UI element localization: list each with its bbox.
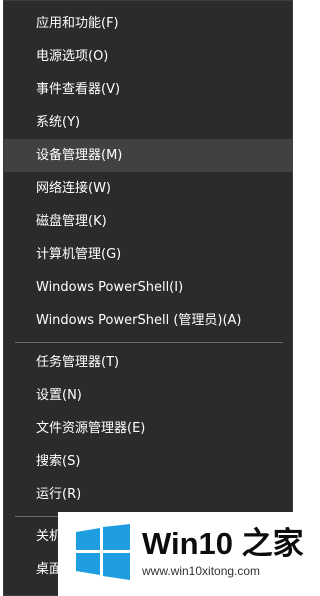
menu-item-event-viewer[interactable]: 事件查看器(V) — [4, 73, 293, 106]
menu-item-device-manager[interactable]: 设备管理器(M) — [4, 139, 293, 172]
menu-item-powershell[interactable]: Windows PowerShell(I) — [4, 271, 293, 304]
menu-item-system[interactable]: 系统(Y) — [4, 106, 293, 139]
watermark-url: www.win10xitong.com — [142, 564, 261, 578]
menu-item-task-manager[interactable]: 任务管理器(T) — [4, 346, 293, 379]
menu-item-apps-and-features[interactable]: 应用和功能(F) — [4, 7, 293, 40]
menu-separator — [15, 342, 283, 343]
winx-context-menu: 应用和功能(F) 电源选项(O) 事件查看器(V) 系统(Y) 设备管理器(M)… — [3, 0, 293, 596]
windows-logo-icon — [76, 524, 130, 580]
menu-item-power-options[interactable]: 电源选项(O) — [4, 40, 293, 73]
watermark: Win10 之家 www.win10xitong.com — [58, 512, 304, 596]
menu-item-disk-management[interactable]: 磁盘管理(K) — [4, 205, 293, 238]
menu-item-file-explorer[interactable]: 文件资源管理器(E) — [4, 412, 293, 445]
menu-item-computer-management[interactable]: 计算机管理(G) — [4, 238, 293, 271]
menu-item-settings[interactable]: 设置(N) — [4, 379, 293, 412]
watermark-brand: Win10 之家 — [142, 526, 304, 561]
menu-item-search[interactable]: 搜索(S) — [4, 445, 293, 478]
menu-item-powershell-admin[interactable]: Windows PowerShell (管理员)(A) — [4, 304, 293, 337]
menu-item-run[interactable]: 运行(R) — [4, 478, 293, 511]
menu-item-network-connections[interactable]: 网络连接(W) — [4, 172, 293, 205]
